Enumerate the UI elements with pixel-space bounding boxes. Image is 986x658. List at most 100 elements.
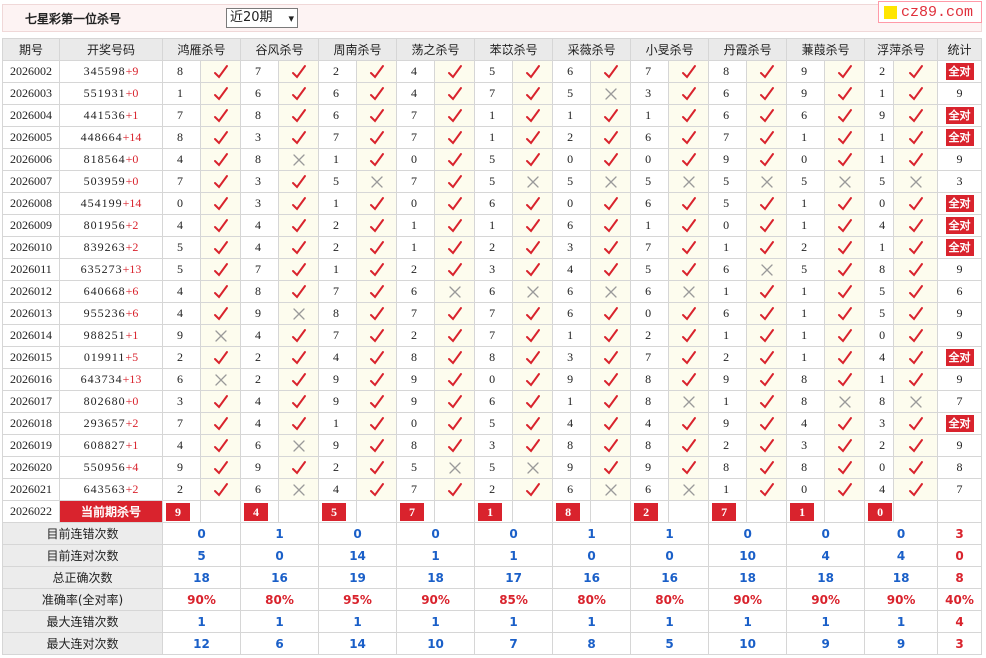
header-expert: 周南杀号 <box>318 38 398 61</box>
draw-digits: 640668 <box>83 284 126 298</box>
result-mark <box>356 60 398 83</box>
result-mark <box>893 126 939 149</box>
kill-number: 5 <box>708 192 748 215</box>
result-mark <box>278 192 320 215</box>
check-icon <box>213 350 228 365</box>
result-mark <box>512 258 554 281</box>
result-mark <box>278 148 320 171</box>
result-mark <box>746 346 788 369</box>
result-mark <box>278 82 320 105</box>
kill-number: 9 <box>786 60 826 83</box>
kill-number: 7 <box>162 412 201 435</box>
result-mark <box>824 368 866 391</box>
current-pick-blank <box>746 500 788 523</box>
period-select[interactable]: 近20期 ▾ <box>226 8 298 28</box>
table-row: 2026007 503959+0 7 3 5 7 5 5 5 5 5 5 3 <box>2 170 982 193</box>
result-mark <box>824 456 866 479</box>
draw-digits: 441536 <box>83 108 126 122</box>
kill-number: 1 <box>864 82 895 105</box>
kill-number: 6 <box>708 258 748 281</box>
kill-number: 8 <box>552 434 592 457</box>
kill-number: 6 <box>474 280 514 303</box>
kill-number: 9 <box>318 434 358 457</box>
check-icon <box>837 196 852 211</box>
check-icon <box>759 438 774 453</box>
stat-row: 目前连对次数 5 0 14 1 1 0 0 10 4 4 0 <box>2 544 982 567</box>
result-mark <box>668 170 710 193</box>
result-mark <box>824 478 866 501</box>
kill-number: 0 <box>864 324 895 347</box>
kill-number: 7 <box>630 60 670 83</box>
result-mark <box>668 324 710 347</box>
kill-number: 1 <box>708 390 748 413</box>
draw-number-cell: 293657+2 <box>59 412 163 435</box>
result-mark <box>512 368 554 391</box>
draw-number-cell: 448664+14 <box>59 126 163 149</box>
check-icon <box>447 306 462 321</box>
kill-number: 7 <box>318 280 358 303</box>
current-pick-badge: 5 <box>322 502 347 521</box>
check-icon <box>447 174 462 189</box>
kill-number: 1 <box>786 280 826 303</box>
result-mark <box>434 346 476 369</box>
check-icon <box>759 482 774 497</box>
result-mark <box>893 390 939 413</box>
result-mark <box>824 104 866 127</box>
result-mark <box>746 368 788 391</box>
cross-icon <box>292 307 305 320</box>
stat-value: 1 <box>630 610 710 633</box>
kill-number: 1 <box>318 412 358 435</box>
kill-number: 8 <box>864 258 895 281</box>
kill-number: 4 <box>864 346 895 369</box>
result-mark <box>893 434 939 457</box>
kill-number: 2 <box>318 236 358 259</box>
kill-number: 6 <box>162 368 201 391</box>
site-logo[interactable]: cz89.com <box>878 1 982 23</box>
table-row: 2026011 635273+13 5 7 1 2 3 4 5 6 5 8 9 <box>2 258 982 281</box>
result-mark <box>590 324 632 347</box>
kill-number: 2 <box>162 478 201 501</box>
stat-label: 目前连错次数 <box>2 522 163 545</box>
draw-digits: 454199 <box>80 196 123 210</box>
kill-number: 9 <box>708 148 748 171</box>
kill-number: 1 <box>864 126 895 149</box>
result-mark <box>893 170 939 193</box>
result-mark <box>199 390 242 413</box>
all-correct-badge: 全对 <box>945 415 974 432</box>
kill-number: 6 <box>630 280 670 303</box>
kill-number: 9 <box>318 368 358 391</box>
kill-number: 6 <box>474 390 514 413</box>
row-total: 7 <box>937 390 982 413</box>
result-mark <box>668 192 710 215</box>
kill-number: 6 <box>552 302 592 325</box>
kill-number: 8 <box>318 302 358 325</box>
cross-icon <box>682 483 695 496</box>
row-total: 全对 <box>937 236 982 259</box>
draw-digits: 801956 <box>83 218 126 232</box>
result-mark <box>512 478 554 501</box>
result-mark <box>893 192 939 215</box>
kill-number: 4 <box>396 82 436 105</box>
result-mark <box>356 192 398 215</box>
stat-value: 1 <box>474 544 554 567</box>
draw-addition: +0 <box>125 174 139 188</box>
check-icon <box>369 460 384 475</box>
current-pick-cell: 7 <box>396 500 436 523</box>
kill-number: 4 <box>396 60 436 83</box>
current-kill-label: 当前期杀号 <box>59 500 163 523</box>
kill-number: 8 <box>240 104 280 127</box>
stat-total: 40% <box>937 588 982 611</box>
result-mark <box>746 390 788 413</box>
kill-number: 9 <box>708 412 748 435</box>
current-pick-blank <box>434 500 476 523</box>
draw-number-cell: 643563+2 <box>59 478 163 501</box>
check-icon <box>603 196 618 211</box>
stat-value: 1 <box>864 610 939 633</box>
row-total: 8 <box>937 456 982 479</box>
all-correct-badge: 全对 <box>945 195 974 212</box>
result-mark <box>512 390 554 413</box>
check-icon <box>908 306 923 321</box>
kill-number: 7 <box>474 82 514 105</box>
current-pick-blank <box>824 500 866 523</box>
check-icon <box>837 482 852 497</box>
